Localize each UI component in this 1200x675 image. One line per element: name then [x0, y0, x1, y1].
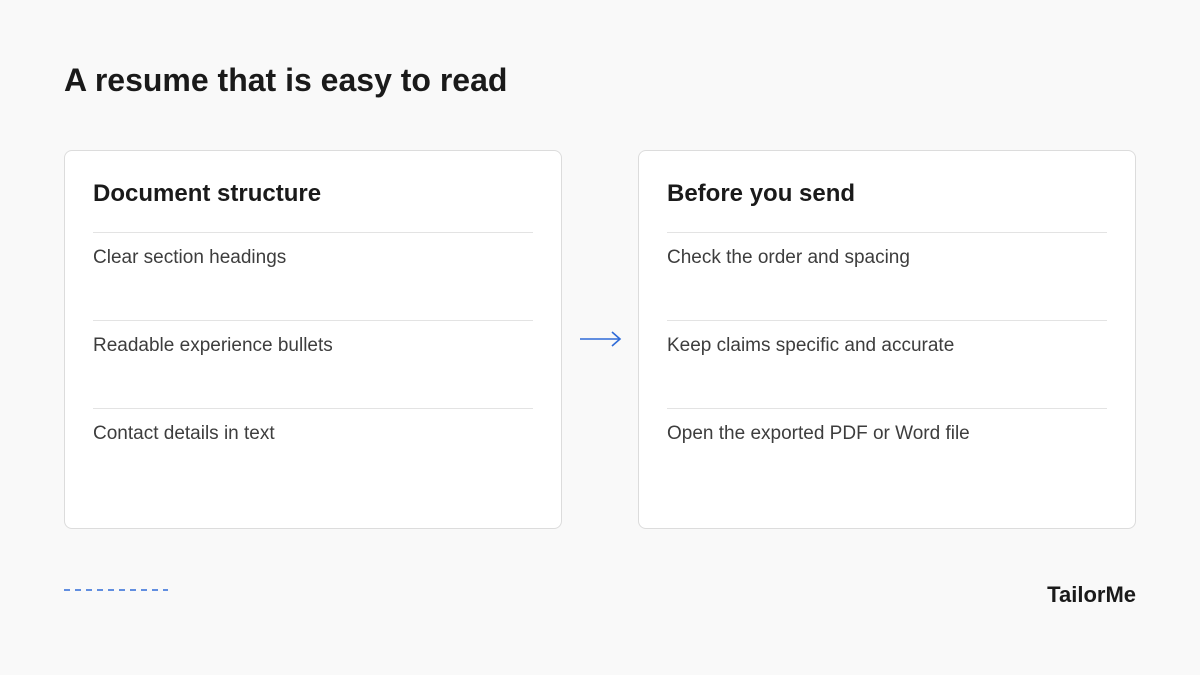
card-title: Document structure	[93, 180, 322, 207]
dashed-line-icon	[64, 589, 168, 591]
list-item-label: Clear section headings	[93, 247, 287, 268]
list-item-label: Open the exported PDF or Word file	[667, 423, 970, 444]
document-structure-card: Document structure Clear section heading…	[64, 150, 562, 529]
before-you-send-card: Before you send Check the order and spac…	[638, 150, 1136, 529]
list-item: Open the exported PDF or Word file	[667, 408, 1107, 497]
list-item: Readable experience bullets	[93, 320, 533, 409]
list-item: Keep claims specific and accurate	[667, 320, 1107, 409]
list-item-label: Contact details in text	[93, 423, 275, 444]
list-item: Check the order and spacing	[667, 232, 1107, 321]
list-item: Contact details in text	[93, 408, 533, 497]
card-title: Before you send	[667, 180, 856, 207]
list-item: Clear section headings	[93, 232, 533, 321]
page-title: A resume that is easy to read	[64, 62, 508, 98]
list-item-label: Readable experience bullets	[93, 335, 333, 356]
list-item-label: Check the order and spacing	[667, 247, 910, 268]
right-arrow-icon	[580, 331, 622, 347]
list-item-label: Keep claims specific and accurate	[667, 335, 955, 356]
brand-logo: TailorMe	[1047, 582, 1136, 607]
